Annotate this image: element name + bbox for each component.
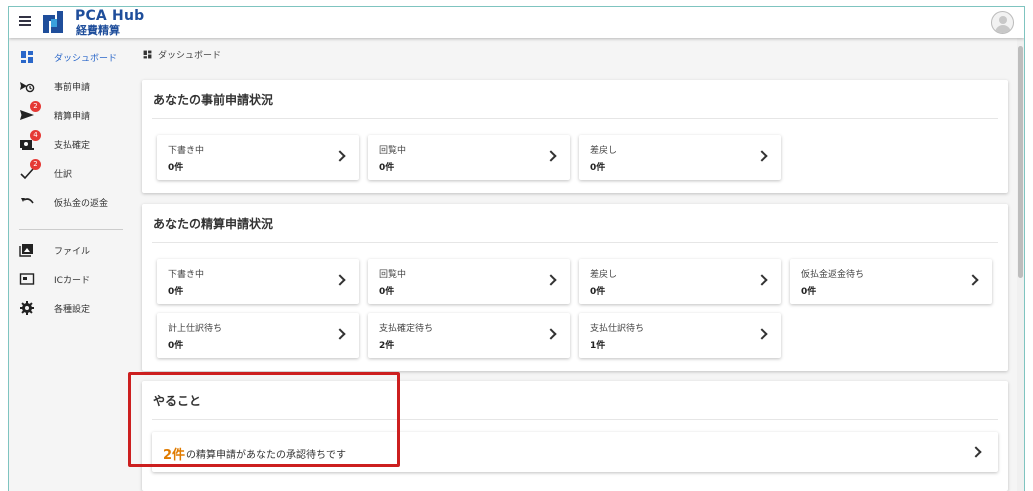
sidebar-item-settlement[interactable]: 2 精算申請 [9,101,133,126]
section-divider [152,118,998,119]
status-card-draft[interactable]: 下書き中 0件 [157,259,359,304]
pre-application-status-panel: あなたの事前申請状況 下書き中 0件 回覧中 0件 差戻し 0件 [142,80,1008,193]
dashboard-icon [143,50,152,59]
status-card-returned[interactable]: 差戻し 0件 [579,259,781,304]
sidebar-divider [19,229,123,230]
scrollbar[interactable] [1017,38,1024,491]
chevron-right-icon [756,274,768,286]
status-card-accrual-journal-pending[interactable]: 計上仕訳待ち 0件 [157,313,359,358]
chevron-right-icon [756,150,768,162]
card-count: 0件 [590,287,606,297]
chevron-right-icon [545,328,557,340]
card-count: 1件 [590,341,606,351]
status-card-circulating[interactable]: 回覧中 0件 [368,135,570,180]
dashboard-icon [21,51,33,63]
sidebar-item-label: 各種設定 [54,305,91,315]
brand-subtitle: 経費精算 [76,24,120,37]
undo-icon [21,198,34,204]
sidebar-item-label: 精算申請 [54,112,91,122]
sidebar-item-files[interactable]: ファイル [9,239,133,261]
card-count: 0件 [801,287,817,297]
card-label: 計上仕訳待ち [168,324,223,334]
chevron-right-icon [545,150,557,162]
status-card-advance-refund-pending[interactable]: 仮払金返金待ち 0件 [790,259,992,304]
notification-badge: 2 [30,159,41,170]
ic-card-icon [19,273,35,285]
card-count: 0件 [168,287,184,297]
card-label: 回覧中 [379,270,407,280]
sidebar-item-label: 仕訳 [54,170,73,180]
highlight-annotation-box [128,372,400,467]
card-label: 回覧中 [379,146,407,156]
sidebar-item-label: 支払確定 [54,141,91,151]
sidebar-item-ic-card[interactable]: ICカード [9,268,133,290]
sidebar-item-advance-refund[interactable]: 仮払金の返金 [9,191,133,213]
top-app-bar: PCA Hub 経費精算 [9,7,1024,38]
user-avatar-icon[interactable] [991,11,1014,34]
status-card-payment-confirm-pending[interactable]: 支払確定待ち 2件 [368,313,570,358]
sidebar-item-journal[interactable]: 2 仕訳 [9,159,133,184]
sidebar-item-label: ファイル [54,247,91,257]
chevron-right-icon [334,150,346,162]
card-label: 下書き中 [168,146,205,156]
chevron-right-icon [334,328,346,340]
chevron-right-icon [970,446,982,458]
card-count: 0件 [379,163,395,173]
section-title: あなたの事前申請状況 [153,93,274,107]
card-count: 0件 [379,287,395,297]
sidebar-item-label: 仮払金の返金 [54,199,109,209]
card-label: 支払確定待ち [379,324,434,334]
chevron-right-icon [334,274,346,286]
sidebar-item-label: ダッシュボード [54,54,118,64]
notification-badge: 4 [30,130,41,141]
menu-icon[interactable] [19,16,31,26]
card-label: 支払仕訳待ち [590,324,645,334]
sidebar-item-label: 事前申請 [54,83,91,93]
chevron-right-icon [756,328,768,340]
sidebar-item-settings[interactable]: 各種設定 [9,297,133,319]
status-card-circulating[interactable]: 回覧中 0件 [368,259,570,304]
section-title: あなたの精算申請状況 [153,217,274,231]
pre-application-icon [20,82,35,93]
card-count: 0件 [590,163,606,173]
gear-icon [20,301,34,315]
notification-badge: 2 [30,101,41,112]
pca-hub-logo [43,11,63,33]
sidebar: ダッシュボード 事前申請 2 精算申請 4 支払確定 2 仕訳 仮払金の返金 フ… [9,38,133,491]
sidebar-item-payment[interactable]: 4 支払確定 [9,130,133,155]
section-divider [152,242,998,243]
card-label: 仮払金返金待ち [801,270,865,280]
chevron-right-icon [545,274,557,286]
image-file-icon [19,244,33,257]
card-label: 差戻し [590,270,618,280]
card-count: 0件 [168,163,184,173]
chevron-right-icon [967,274,979,286]
scrollbar-thumb[interactable] [1018,46,1023,278]
breadcrumb-label: ダッシュボード [158,51,222,61]
settlement-status-panel: あなたの精算申請状況 下書き中 0件 回覧中 0件 差戻し 0件 仮払金返金待ち… [142,204,1008,371]
status-card-payment-journal-pending[interactable]: 支払仕訳待ち 1件 [579,313,781,358]
card-count: 2件 [379,341,395,351]
status-card-draft[interactable]: 下書き中 0件 [157,135,359,180]
sidebar-item-pre-application[interactable]: 事前申請 [9,75,133,97]
sidebar-item-label: ICカード [54,276,90,286]
card-label: 差戻し [590,146,618,156]
card-label: 下書き中 [168,270,205,280]
sidebar-item-dashboard[interactable]: ダッシュボード [9,46,133,68]
status-card-returned[interactable]: 差戻し 0件 [579,135,781,180]
card-count: 0件 [168,341,184,351]
